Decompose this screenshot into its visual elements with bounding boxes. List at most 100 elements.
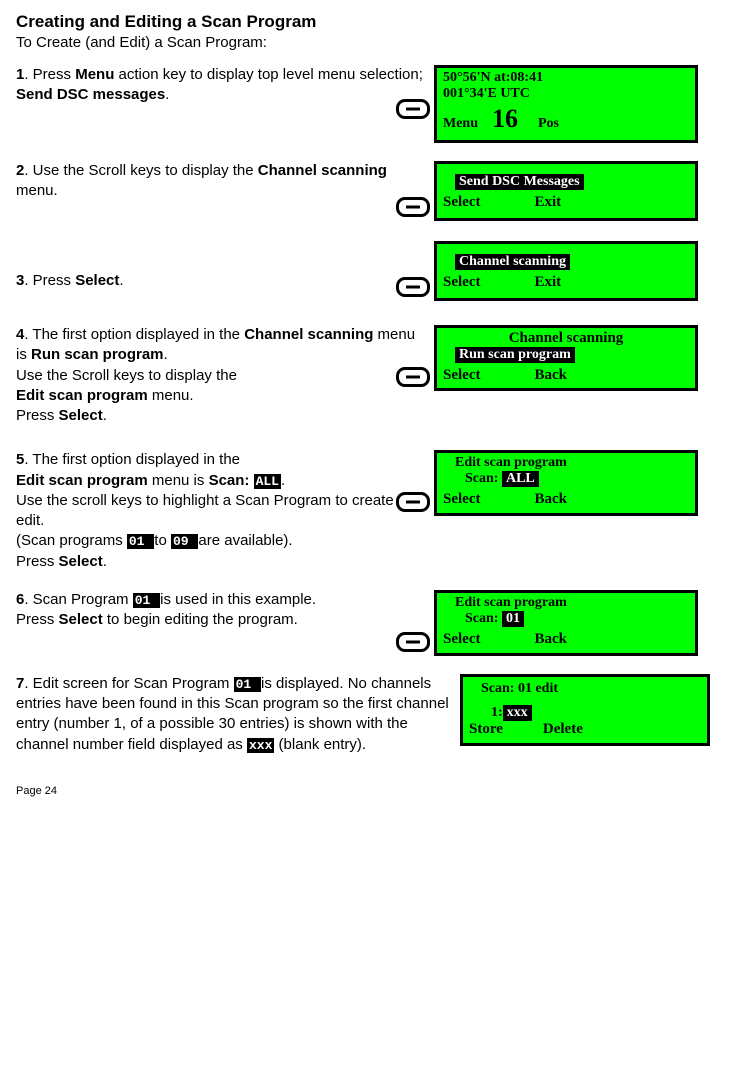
softkey-left: Select bbox=[443, 274, 480, 291]
inline-highlight: 01 bbox=[127, 534, 154, 549]
page-number: Page 24 bbox=[16, 785, 718, 797]
step-1: 1. Press Menu action key to display top … bbox=[16, 65, 718, 143]
inline-highlight: 01 bbox=[234, 677, 261, 692]
step-4: 4. The first option displayed in the Cha… bbox=[16, 325, 718, 426]
menu-highlight: Channel scanning bbox=[455, 254, 570, 270]
action-key-icon bbox=[396, 95, 434, 119]
step-text: is used in this example. bbox=[160, 591, 316, 608]
inline-highlight: xxx bbox=[247, 738, 274, 753]
step-text: . bbox=[165, 86, 169, 103]
step-text: . Scan Program bbox=[24, 591, 132, 608]
gps-line: 001°34'E UTC bbox=[443, 86, 689, 102]
action-key-icon bbox=[396, 628, 434, 652]
step-text: to begin editing the program. bbox=[103, 611, 298, 628]
inline-highlight: ALL bbox=[254, 474, 281, 489]
scroll-icon bbox=[730, 181, 734, 201]
step-text: . bbox=[103, 407, 107, 424]
device-screen-1: 50°56'N at:08:41 001°34'E UTC Menu 16 Po… bbox=[434, 65, 698, 143]
step-text: . Press bbox=[24, 66, 75, 83]
step-text: action key to display top level menu sel… bbox=[114, 66, 423, 83]
softkey-right: Back bbox=[534, 367, 567, 384]
step-bold: Select bbox=[59, 553, 103, 570]
softkey-left: Select bbox=[443, 491, 480, 508]
device-screen-5: Edit scan program Scan: ALL Select Back bbox=[434, 450, 698, 516]
inline-highlight: 09 bbox=[171, 534, 198, 549]
device-screen-4: Channel scanning Run scan program Select… bbox=[434, 325, 698, 391]
screen-title: Edit scan program bbox=[455, 595, 689, 611]
step-bold: Channel scanning bbox=[244, 326, 373, 343]
step-bold: Select bbox=[75, 272, 119, 289]
channel-number: 16 bbox=[492, 104, 518, 134]
softkey-left: Select bbox=[443, 194, 480, 211]
softkey-right: Exit bbox=[534, 194, 561, 211]
step-text: . The first option displayed in the bbox=[24, 326, 244, 343]
softkey-right: Back bbox=[534, 491, 567, 508]
step-bold: Select bbox=[59, 407, 103, 424]
step-bold: Scan: bbox=[209, 472, 254, 489]
step-5: 5. The first option displayed in the Edi… bbox=[16, 450, 718, 572]
step-text: . bbox=[281, 472, 285, 489]
step-7: 7. Edit screen for Scan Program 01 is di… bbox=[16, 674, 718, 755]
softkey-left: Select bbox=[443, 367, 480, 384]
step-bold: Send DSC messages bbox=[16, 86, 165, 103]
step-bold: Edit scan program bbox=[16, 472, 148, 489]
step-text: are available). bbox=[198, 532, 292, 549]
step-text: menu. bbox=[16, 182, 58, 199]
device-screen-3: Channel scanning Select Exit bbox=[434, 241, 698, 301]
action-key-icon bbox=[396, 363, 434, 387]
scroll-icon bbox=[730, 486, 734, 506]
step-text: . The first option displayed in the bbox=[24, 451, 240, 468]
action-key-icon bbox=[396, 488, 434, 512]
step-text: to bbox=[154, 532, 171, 549]
step-text: Use the scroll keys to highlight a Scan … bbox=[16, 492, 411, 529]
step-6: 6. Scan Program 01 is used in this examp… bbox=[16, 590, 718, 656]
entry-prefix: 1: bbox=[491, 705, 503, 720]
step-text: Press bbox=[16, 407, 59, 424]
step-text: (blank entry). bbox=[274, 736, 366, 753]
step-bold: Edit scan program bbox=[16, 387, 148, 404]
step-bold: Select bbox=[59, 611, 103, 628]
step-text: . Edit screen for Scan Program bbox=[24, 675, 233, 692]
scan-label: Scan: bbox=[465, 471, 502, 486]
entry-value: xxx bbox=[503, 705, 532, 721]
screen-title: Edit scan program bbox=[455, 455, 689, 471]
softkey-right: Exit bbox=[534, 274, 561, 291]
page-title: Creating and Editing a Scan Program bbox=[16, 12, 718, 32]
step-text: . bbox=[164, 346, 168, 363]
step-bold: Channel scanning bbox=[258, 162, 387, 179]
step-3: 3. Press Select. Channel scanning Select… bbox=[16, 241, 718, 301]
action-key-icon bbox=[396, 273, 434, 297]
menu-highlight: Run scan program bbox=[455, 347, 575, 363]
softkey-menu: Menu bbox=[443, 116, 478, 132]
step-bold: Run scan program bbox=[31, 346, 164, 363]
step-2: 2. Use the Scroll keys to display the Ch… bbox=[16, 161, 718, 221]
step-text: . Use the Scroll keys to display the bbox=[24, 162, 257, 179]
scan-value: ALL bbox=[502, 471, 539, 487]
step-text: menu is bbox=[148, 472, 209, 489]
softkey-left: Store bbox=[469, 721, 503, 738]
scan-value: 01 bbox=[502, 611, 524, 627]
scan-label: Scan: bbox=[465, 611, 502, 626]
step-text: (Scan programs bbox=[16, 532, 127, 549]
menu-highlight: Send DSC Messages bbox=[455, 174, 584, 190]
step-text: Press bbox=[16, 611, 59, 628]
device-screen-7: Scan: 01 edit 1:xxx Store Delete bbox=[460, 674, 710, 746]
screen-title: Scan: 01 edit bbox=[481, 681, 701, 697]
softkey-right: Delete bbox=[543, 721, 583, 738]
step-text: menu. bbox=[148, 387, 194, 404]
device-screen-2: Send DSC Messages Select Exit bbox=[434, 161, 698, 221]
step-text: Press bbox=[16, 553, 59, 570]
screen-title: Channel scanning bbox=[443, 330, 689, 347]
step-text: Use the Scroll keys to display the bbox=[16, 367, 237, 384]
action-key-icon bbox=[396, 193, 434, 217]
softkey-right: Back bbox=[534, 631, 567, 648]
softkey-left: Select bbox=[443, 631, 480, 648]
scroll-icon bbox=[730, 348, 734, 368]
softkey-pos: Pos bbox=[538, 116, 559, 132]
inline-highlight: 01 bbox=[133, 593, 160, 608]
page-subtitle: To Create (and Edit) a Scan Program: bbox=[16, 34, 718, 51]
device-screen-6: Edit scan program Scan: 01 Select Back bbox=[434, 590, 698, 656]
step-text: . bbox=[103, 553, 107, 570]
gps-line: 50°56'N at:08:41 bbox=[443, 70, 689, 86]
step-text: . bbox=[119, 272, 123, 289]
